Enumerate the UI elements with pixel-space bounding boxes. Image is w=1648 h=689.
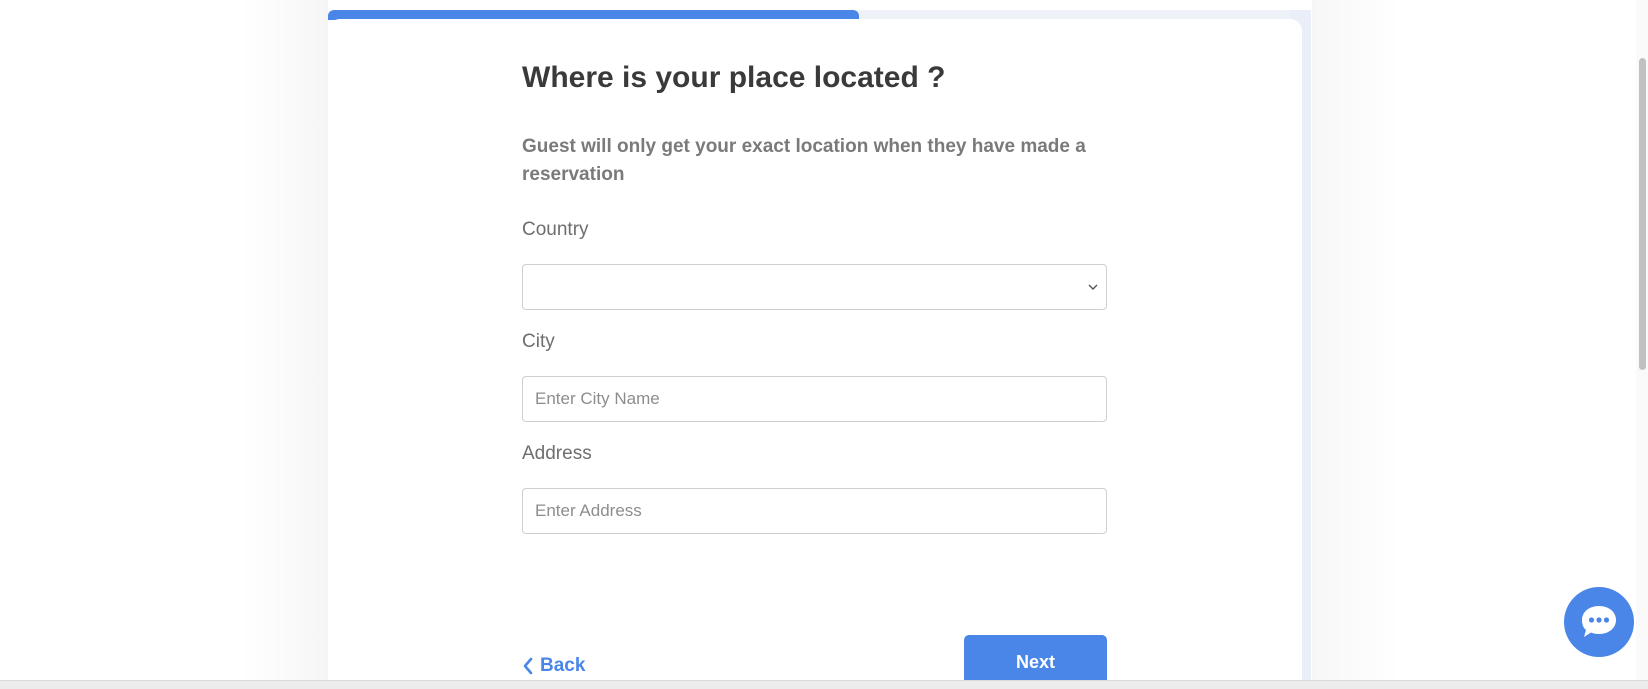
page-shadow-left: [240, 0, 328, 689]
page: Where is your place located ? Guest will…: [0, 0, 1648, 689]
city-input[interactable]: [522, 376, 1107, 422]
chevron-left-icon: [523, 657, 533, 675]
page-subtitle: Guest will only get your exact location …: [522, 136, 1086, 185]
country-label: Country: [522, 219, 589, 240]
page-shadow-right: [1312, 0, 1402, 689]
back-button[interactable]: Back: [522, 651, 585, 681]
chat-bubble-icon: [1582, 606, 1616, 637]
back-button-label: Back: [540, 655, 586, 676]
page-title: Where is your place located ?: [522, 61, 946, 94]
bottom-strip: [0, 680, 1648, 689]
address-label: Address: [522, 443, 592, 464]
city-label: City: [522, 331, 555, 352]
scrollbar-thumb[interactable]: [1639, 58, 1646, 370]
form-card: Where is your place located ? Guest will…: [328, 19, 1302, 689]
chevron-down-icon: [1088, 284, 1098, 290]
chat-button[interactable]: [1564, 587, 1634, 657]
address-input[interactable]: [522, 488, 1107, 534]
country-select[interactable]: [522, 264, 1107, 310]
scrollbar[interactable]: [1636, 0, 1648, 680]
